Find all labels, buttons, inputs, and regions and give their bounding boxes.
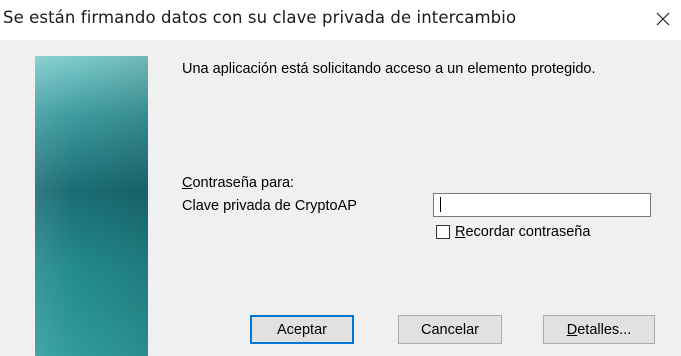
- key-name-label: Clave privada de CryptoAP: [182, 198, 357, 214]
- dialog-body: Una aplicación está solicitando acceso a…: [0, 40, 681, 356]
- remember-password-label[interactable]: Recordar contraseña: [455, 224, 590, 240]
- ok-button[interactable]: Aceptar: [250, 315, 354, 344]
- close-icon: [656, 12, 670, 26]
- remember-password-checkbox[interactable]: [436, 225, 450, 239]
- close-button[interactable]: [648, 4, 678, 34]
- access-message: Una aplicación está solicitando acceso a…: [182, 61, 596, 77]
- title-bar: Se están firmando datos con su clave pri…: [0, 0, 681, 40]
- cancel-button[interactable]: Cancelar: [398, 315, 502, 344]
- password-for-label: Contraseña para:: [182, 175, 295, 191]
- details-button[interactable]: Detalles...: [543, 315, 655, 344]
- password-input[interactable]: [433, 193, 651, 217]
- dialog-title: Se están firmando datos con su clave pri…: [3, 8, 517, 27]
- text-caret: [440, 197, 441, 212]
- decorative-banner: [35, 56, 148, 356]
